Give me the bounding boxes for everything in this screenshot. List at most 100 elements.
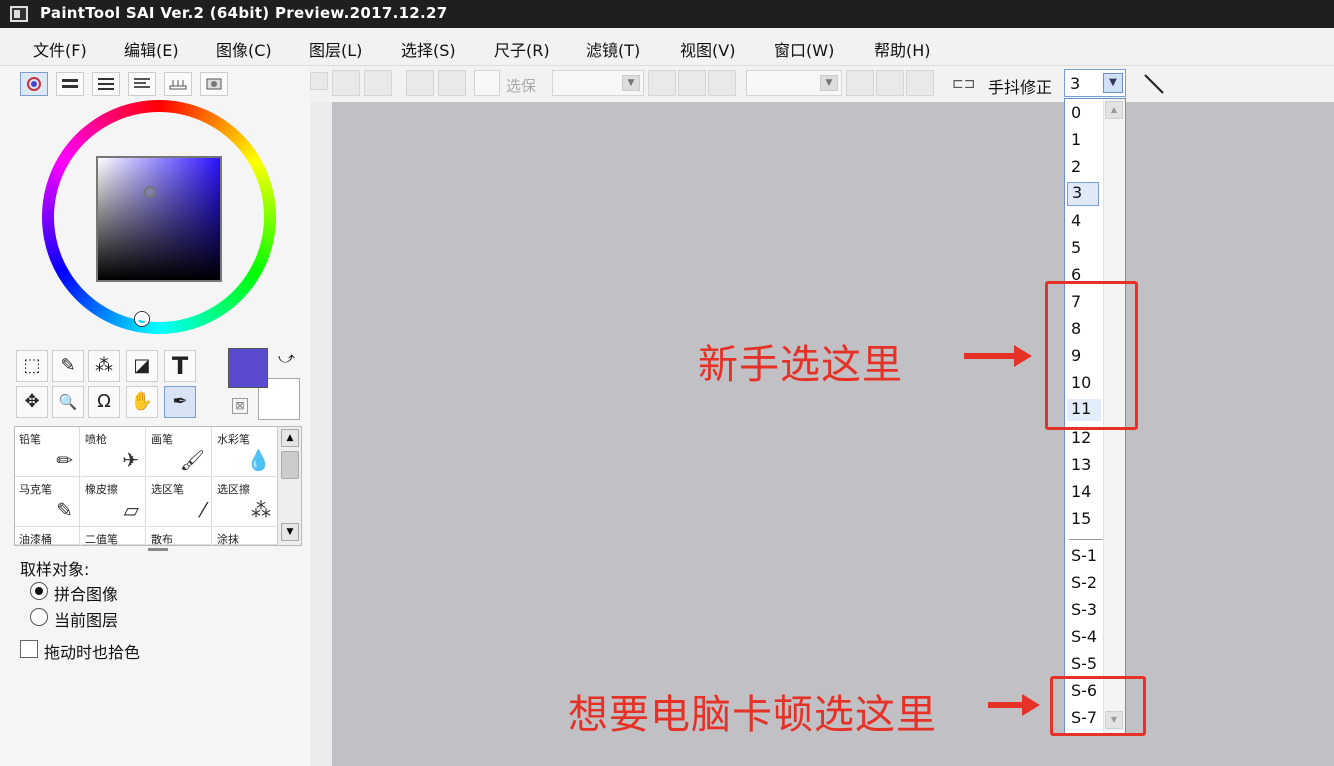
stabilizer-option[interactable]: S-1 <box>1071 546 1097 565</box>
window-title: PaintTool SAI Ver.2 (64bit) Preview.2017… <box>40 4 448 22</box>
stabilizer-option[interactable]: 15 <box>1071 509 1091 528</box>
toolbar-button-3[interactable] <box>406 70 434 96</box>
chevron-down-icon[interactable]: ▼ <box>1103 73 1123 93</box>
brush-watercolor[interactable]: 水彩笔 💧 <box>213 427 278 477</box>
menu-filter[interactable]: 滤镜(T) <box>586 37 640 61</box>
toolbar-combo-2[interactable]: ▼ <box>746 70 842 96</box>
toolbar-button-6[interactable] <box>678 70 706 96</box>
menu-edit[interactable]: 编辑(E) <box>124 37 179 61</box>
menu-file[interactable]: 文件(F) <box>33 37 87 61</box>
straight-line-icon[interactable] <box>1142 72 1166 96</box>
toolbar-collapse-button[interactable] <box>310 72 328 90</box>
stabilizer-option[interactable]: 1 <box>1071 130 1081 149</box>
color-picker-marker[interactable] <box>144 186 156 198</box>
stabilizer-option[interactable]: 12 <box>1071 428 1091 447</box>
toolbar-button-5[interactable] <box>648 70 676 96</box>
menu-image[interactable]: 图像(C) <box>216 37 272 61</box>
rotate-tool[interactable]: Ω <box>88 386 120 418</box>
lasso-tool[interactable]: ✎ <box>52 350 84 382</box>
scroll-up-icon[interactable]: ▲ <box>1105 101 1123 119</box>
brush-label: 画笔 <box>151 433 173 446</box>
swap-colors-icon[interactable]: ⤻ <box>278 348 295 368</box>
stabilizer-option[interactable]: 2 <box>1071 157 1081 176</box>
brush-label: 铅笔 <box>19 433 41 446</box>
menu-layer[interactable]: 图层(L) <box>309 37 362 61</box>
hand-tool[interactable]: ✋ <box>126 386 158 418</box>
toolbar-button-9[interactable] <box>876 70 904 96</box>
brush-select-eraser[interactable]: 选区擦 ⁂ <box>213 477 278 527</box>
brush-scrollbar[interactable]: ▲ ▼ <box>277 427 301 545</box>
menu-window[interactable]: 窗口(W) <box>774 37 834 61</box>
brush-binary[interactable]: 二值笔 <box>81 527 146 546</box>
text-tool[interactable]: T <box>164 350 196 382</box>
stabilizer-option[interactable]: 0 <box>1071 103 1081 122</box>
foreground-color-swatch[interactable] <box>228 348 268 388</box>
stabilizer-option[interactable]: 5 <box>1071 238 1081 257</box>
select-pen-icon: ⁄ <box>201 498 205 522</box>
toolbar-checkbox[interactable] <box>474 70 500 96</box>
menu-view[interactable]: 视图(V) <box>680 37 735 61</box>
stabilizer-option[interactable]: S-4 <box>1071 627 1097 646</box>
stabilizer-option-selected[interactable]: 3 <box>1067 182 1099 206</box>
stabilizer-option[interactable]: 4 <box>1071 211 1081 230</box>
toolbar-button-1[interactable] <box>332 70 360 96</box>
tab-color-wheel[interactable] <box>20 72 48 96</box>
stabilizer-option[interactable]: S-3 <box>1071 600 1097 619</box>
stabilizer-select[interactable]: 3 ▼ <box>1064 69 1126 97</box>
toolbar-button-2[interactable] <box>364 70 392 96</box>
eyedropper-tool[interactable]: ✒ <box>164 386 196 418</box>
brush-brush[interactable]: 画笔 🖌 <box>147 427 212 477</box>
canvas-area[interactable] <box>332 102 1334 766</box>
brush-pencil[interactable]: 铅笔 ✏ <box>15 427 80 477</box>
stabilizer-option[interactable]: S-5 <box>1071 654 1097 673</box>
hue-marker[interactable] <box>135 312 149 326</box>
move-tool[interactable]: ✥ <box>16 386 48 418</box>
brush-smudge[interactable]: 涂抹 <box>213 527 278 546</box>
stabilizer-option[interactable]: 13 <box>1071 455 1091 474</box>
toolbar-button-10[interactable] <box>906 70 934 96</box>
tab-mixer[interactable] <box>128 72 156 96</box>
scroll-up-icon[interactable]: ▲ <box>281 429 299 447</box>
brush-label: 选区笔 <box>151 483 184 496</box>
brush-eraser[interactable]: 橡皮擦 ▱ <box>81 477 146 527</box>
brush-airbrush[interactable]: 喷枪 ✈ <box>81 427 146 477</box>
tab-scratchpad[interactable] <box>200 72 228 96</box>
hand-icon: ✋ <box>130 391 154 412</box>
brush-marker[interactable]: 马克笔 ✎ <box>15 477 80 527</box>
brush-bucket[interactable]: 油漆桶 <box>15 527 80 546</box>
radio-current-layer[interactable] <box>30 608 48 626</box>
title-bar: PaintTool SAI Ver.2 (64bit) Preview.2017… <box>0 0 1334 28</box>
brush-select-pen[interactable]: 选区笔 ⁄ <box>147 477 212 527</box>
toolbar-disabled-label: 选保 <box>506 77 537 95</box>
stabilizer-option[interactable]: 14 <box>1071 482 1091 501</box>
shape-tool[interactable]: ◪ <box>126 350 158 382</box>
scroll-down-icon[interactable]: ▼ <box>281 523 299 541</box>
magic-wand-tool[interactable]: ⁂ <box>88 350 120 382</box>
menu-ruler[interactable]: 尺子(R) <box>494 37 550 61</box>
toolbar-combo-1[interactable]: ▼ <box>552 70 644 96</box>
panel-resize-grip[interactable] <box>148 548 168 551</box>
pick-while-dragging-checkbox[interactable] <box>20 640 38 658</box>
zoom-tool[interactable]: 🔍 <box>52 386 84 418</box>
brush-label: 橡皮擦 <box>85 483 118 496</box>
toolbar-button-8[interactable] <box>846 70 874 96</box>
saturation-value-square[interactable] <box>96 156 222 282</box>
mixer-icon <box>134 78 150 88</box>
tab-rgb-sliders[interactable] <box>56 72 84 96</box>
tab-swatches[interactable] <box>164 72 192 96</box>
rect-select-tool[interactable]: ⬚ <box>16 350 48 382</box>
menu-select[interactable]: 选择(S) <box>401 37 456 61</box>
chevron-down-icon: ▼ <box>820 75 838 91</box>
sliders-icon <box>62 79 78 88</box>
menu-help[interactable]: 帮助(H) <box>874 37 931 61</box>
radio-merged-image[interactable] <box>30 582 48 600</box>
brush-scatter[interactable]: 散布 <box>147 527 212 546</box>
transparent-color-icon[interactable]: ⊠ <box>232 398 248 414</box>
stabilizer-option[interactable]: S-2 <box>1071 573 1097 592</box>
toolbar-button-4[interactable] <box>438 70 466 96</box>
brush-grid: 铅笔 ✏ 喷枪 ✈ 画笔 🖌 水彩笔 💧 马克笔 ✎ 橡皮擦 ▱ 选区笔 ⁄ 选区擦 ⁂ 油漆桶… <box>14 426 302 546</box>
toolbar-button-7[interactable] <box>708 70 736 96</box>
tab-hsv-sliders[interactable] <box>92 72 120 96</box>
eyedropper-icon: ✒ <box>172 391 188 412</box>
scroll-thumb[interactable] <box>281 451 299 479</box>
